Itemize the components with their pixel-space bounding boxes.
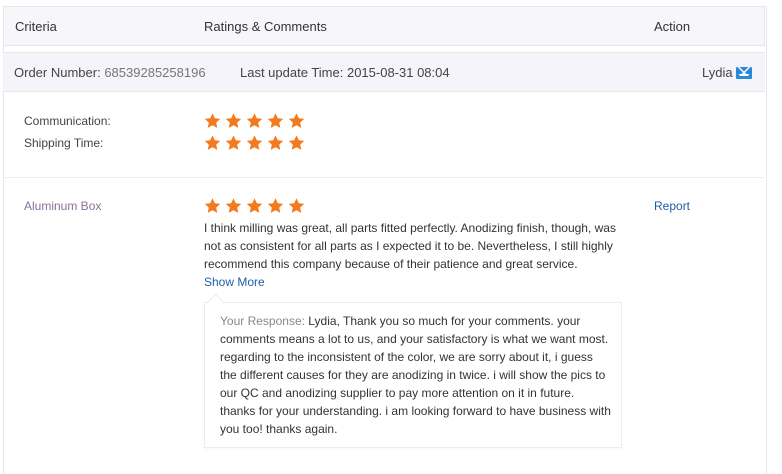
report-link[interactable]: Report — [654, 199, 690, 213]
star-icon — [203, 112, 222, 130]
star-icon — [245, 197, 264, 215]
show-more-link[interactable]: Show More — [204, 275, 265, 289]
star-icon — [224, 112, 243, 130]
header-action: Action — [654, 19, 691, 34]
star-icon — [287, 197, 306, 215]
star-icon — [245, 134, 264, 152]
buyer-comment: I think milling was great, all parts fit… — [204, 221, 616, 271]
star-icon — [266, 134, 285, 152]
rating-stars-shipping — [203, 134, 306, 152]
star-icon — [224, 197, 243, 215]
divider — [4, 177, 764, 178]
order-number-label: Order Number: — [14, 65, 101, 80]
order-number-value: 68539285258196 — [104, 65, 206, 80]
order-number: Order Number: 68539285258196 — [14, 65, 206, 80]
response-label: Your Response: — [220, 314, 305, 328]
star-icon — [287, 112, 306, 130]
header-ratings: Ratings & Comments — [204, 19, 327, 34]
rating-stars-communication — [203, 112, 306, 130]
table-header: Criteria Ratings & Comments Action — [3, 6, 765, 46]
star-icon — [224, 134, 243, 152]
order-row: Order Number: 68539285258196 Last update… — [3, 52, 765, 92]
mail-icon[interactable] — [736, 67, 752, 79]
rating-label-communication: Communication: — [24, 114, 111, 128]
star-icon — [245, 112, 264, 130]
last-update-label: Last update Time: — [240, 65, 344, 80]
last-update-value: 2015-08-31 08:04 — [346, 65, 450, 80]
seller-response-box: Your Response: Lydia, Thank you so much … — [204, 302, 622, 448]
response-content: Your Response: Lydia, Thank you so much … — [220, 312, 612, 438]
star-icon — [287, 134, 306, 152]
last-update: Last update Time: 2015-08-31 08:04 — [240, 65, 450, 80]
star-icon — [203, 197, 222, 215]
star-icon — [266, 112, 285, 130]
response-text: Lydia, Thank you so much for your commen… — [220, 314, 611, 436]
product-stars — [203, 197, 306, 215]
star-icon — [203, 134, 222, 152]
rating-label-shipping: Shipping Time: — [24, 136, 104, 150]
product-name: Aluminum Box — [24, 199, 102, 213]
header-criteria: Criteria — [15, 19, 57, 34]
star-icon — [266, 197, 285, 215]
contact-link[interactable]: Lydia — [702, 65, 733, 80]
